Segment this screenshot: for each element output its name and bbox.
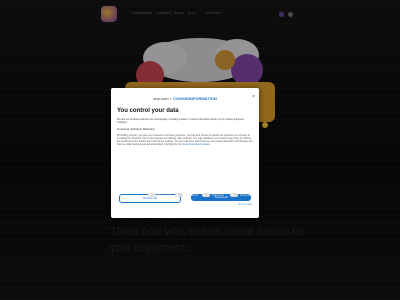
consent-toggles: Necessary Functional Statistical Marketi… [0, 190, 400, 200]
toggle-necessary[interactable] [148, 193, 156, 197]
toggle-marketing[interactable] [230, 193, 238, 197]
toggle-label: Statistical [212, 193, 224, 197]
brand-partner: COOKIEINFORMATION [173, 96, 217, 101]
toggle-label: Necessary [158, 193, 172, 197]
read-more-link[interactable]: Read more about cookies [183, 143, 210, 146]
consent-brand: one.com + COOKIEINFORMATION [153, 96, 217, 101]
toggle-label: Functional [185, 193, 198, 197]
consent-title: You control your data [117, 108, 179, 114]
consent-purposes: Functional, Statistical, Marketing [117, 128, 155, 131]
consent-body: By clicking 'Accept', you give your cons… [117, 134, 253, 146]
show-details-link[interactable]: Show details [238, 203, 252, 206]
close-icon[interactable]: × [252, 94, 255, 100]
toggle-label: Marketing [240, 193, 253, 197]
consent-description: We and our business partners use technol… [117, 118, 245, 124]
toggle-functional[interactable] [175, 193, 183, 197]
toggle-statistical[interactable] [202, 193, 210, 197]
brand-name: one.com [153, 96, 169, 101]
